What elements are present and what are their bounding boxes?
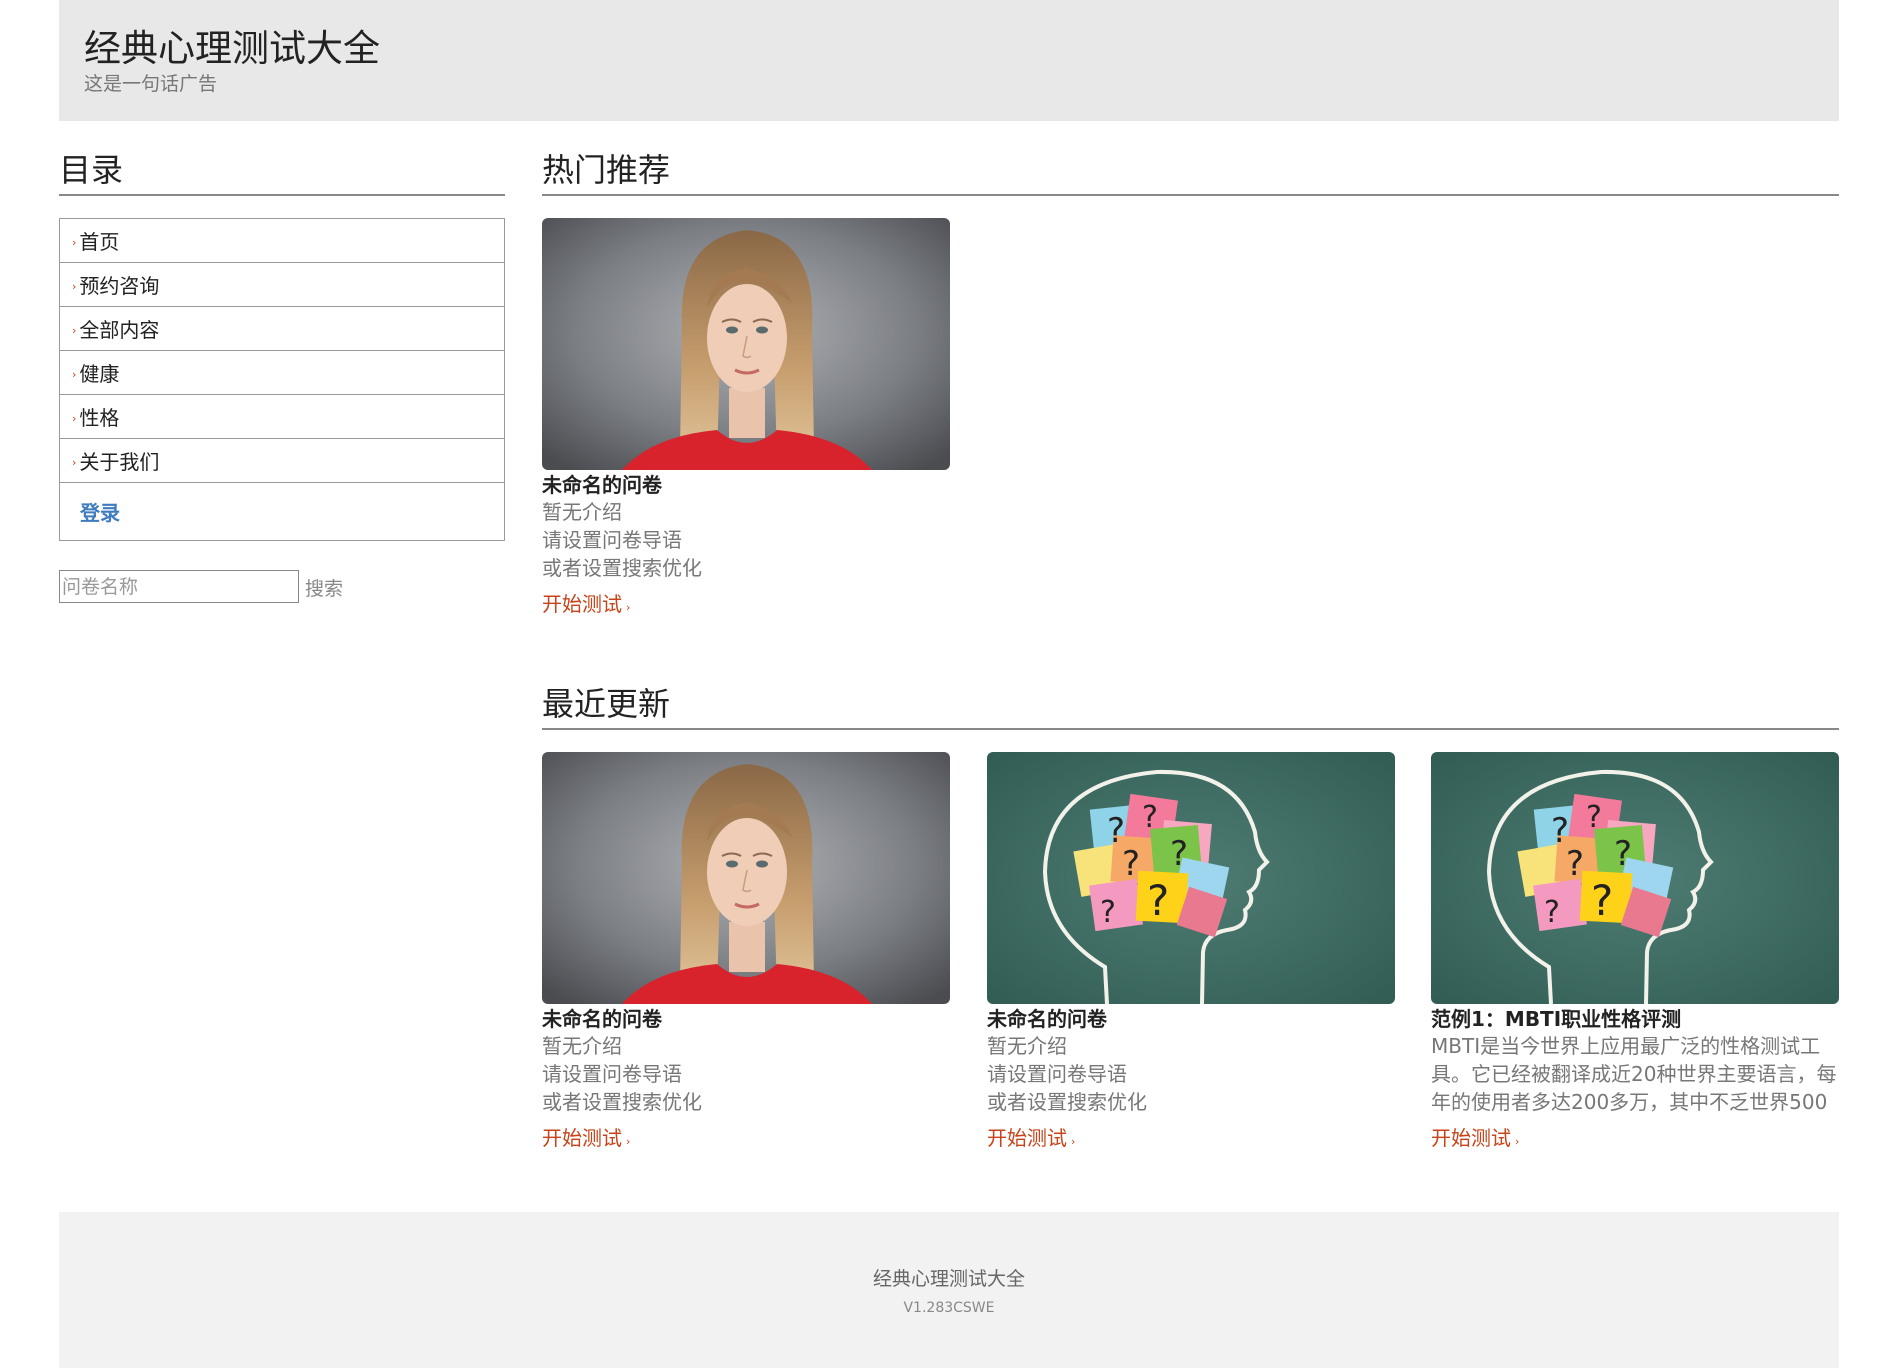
card-description: MBTI是当今世界上应用最广泛的性格测试工具。它已经被翻译成近20种世界主要语言…: [1431, 1032, 1839, 1116]
sidebar-item-about[interactable]: › 关于我们: [60, 439, 504, 483]
chevron-right-icon: ›: [72, 456, 77, 469]
card-description-line: 暂无介绍: [987, 1034, 1067, 1058]
chevron-right-icon: ›: [626, 601, 631, 614]
sidebar-item-consult[interactable]: › 预约咨询: [60, 263, 504, 307]
footer-title: 经典心理测试大全: [872, 1268, 1025, 1290]
start-test-label: 开始测试: [542, 592, 622, 616]
card-description-line: 暂无介绍: [542, 1034, 622, 1058]
card-title[interactable]: 未命名的问卷: [987, 1006, 1395, 1032]
site-header: 经典心理测试大全 这是一句话广告: [59, 0, 1839, 121]
start-test-link[interactable]: 开始测试 ›: [542, 1122, 630, 1151]
sidebar-item-label: 全部内容: [79, 318, 160, 342]
search-button[interactable]: 搜索: [305, 574, 343, 601]
site-footer: 经典心理测试大全 V1.283CSWE: [59, 1212, 1839, 1368]
card-description-line: 请设置问卷导语: [542, 1062, 682, 1086]
start-test-link[interactable]: 开始测试 ›: [1431, 1122, 1519, 1151]
chevron-right-icon: ›: [1071, 1135, 1076, 1148]
hot-section-title: 热门推荐: [542, 150, 1839, 196]
chevron-right-icon: ›: [72, 368, 77, 381]
footer-version: V1.283CSWE: [903, 1300, 995, 1316]
card-description-line: 或者设置搜索优化: [542, 556, 702, 580]
start-test-link[interactable]: 开始测试 ›: [542, 588, 630, 617]
sidebar-item-label: 性格: [79, 406, 120, 430]
chevron-right-icon: ›: [72, 324, 77, 337]
sidebar-item-home[interactable]: › 首页: [60, 219, 504, 263]
card-description-line: MBTI是当今世界上应用最广泛的性格测试工具。它已经被翻译成近20种世界主要语言…: [1431, 1034, 1837, 1114]
sidebar-title: 目录: [59, 150, 505, 196]
recent-section-title: 最近更新: [542, 684, 1839, 730]
sidebar-item-label: 首页: [79, 230, 120, 254]
card-description: 暂无介绍 请设置问卷导语 或者设置搜索优化: [987, 1032, 1395, 1116]
card-image[interactable]: [542, 218, 950, 470]
chevron-right-icon: ›: [1515, 1135, 1520, 1148]
card-description: 暂无介绍 请设置问卷导语 或者设置搜索优化: [542, 1032, 950, 1116]
card-description-line: 请设置问卷导语: [987, 1062, 1127, 1086]
sidebar-menu: › 首页 › 预约咨询 › 全部内容 › 健康 › 性格 › 关于我们 登录: [59, 218, 505, 541]
sidebar-item-personality[interactable]: › 性格: [60, 395, 504, 439]
card-description-line: 请设置问卷导语: [542, 528, 682, 552]
card-image[interactable]: [1431, 752, 1839, 1004]
chevron-right-icon: ›: [626, 1135, 631, 1148]
card-description-line: 或者设置搜索优化: [987, 1090, 1147, 1114]
card-image[interactable]: [542, 752, 950, 1004]
card-title[interactable]: 范例1：MBTI职业性格评测: [1431, 1006, 1839, 1032]
start-test-label: 开始测试: [987, 1126, 1067, 1150]
site-slogan: 这是一句话广告: [84, 73, 218, 95]
start-test-link[interactable]: 开始测试 ›: [987, 1122, 1075, 1151]
chevron-right-icon: ›: [72, 236, 77, 249]
recent-card: 范例1：MBTI职业性格评测 MBTI是当今世界上应用最广泛的性格测试工具。它已…: [1431, 752, 1839, 1151]
card-image[interactable]: [987, 752, 1395, 1004]
start-test-label: 开始测试: [542, 1126, 622, 1150]
card-title[interactable]: 未命名的问卷: [542, 472, 950, 498]
card-description-line: 或者设置搜索优化: [542, 1090, 702, 1114]
hot-card: 未命名的问卷 暂无介绍 请设置问卷导语 或者设置搜索优化 开始测试 ›: [542, 218, 950, 617]
login-link[interactable]: 登录: [60, 483, 504, 540]
sidebar-item-all[interactable]: › 全部内容: [60, 307, 504, 351]
search-input[interactable]: [59, 570, 299, 603]
sidebar-item-health[interactable]: › 健康: [60, 351, 504, 395]
chevron-right-icon: ›: [72, 412, 77, 425]
sidebar-item-label: 健康: [79, 362, 120, 386]
card-description-line: 暂无介绍: [542, 500, 622, 524]
start-test-label: 开始测试: [1431, 1126, 1511, 1150]
card-title[interactable]: 未命名的问卷: [542, 1006, 950, 1032]
chevron-right-icon: ›: [72, 280, 77, 293]
sidebar-item-label: 关于我们: [79, 450, 160, 474]
site-title[interactable]: 经典心理测试大全: [84, 26, 380, 72]
recent-card: 未命名的问卷 暂无介绍 请设置问卷导语 或者设置搜索优化 开始测试 ›: [542, 752, 950, 1151]
sidebar-item-label: 预约咨询: [79, 274, 160, 298]
recent-card: 未命名的问卷 暂无介绍 请设置问卷导语 或者设置搜索优化 开始测试 ›: [987, 752, 1395, 1151]
card-description: 暂无介绍 请设置问卷导语 或者设置搜索优化: [542, 498, 950, 582]
